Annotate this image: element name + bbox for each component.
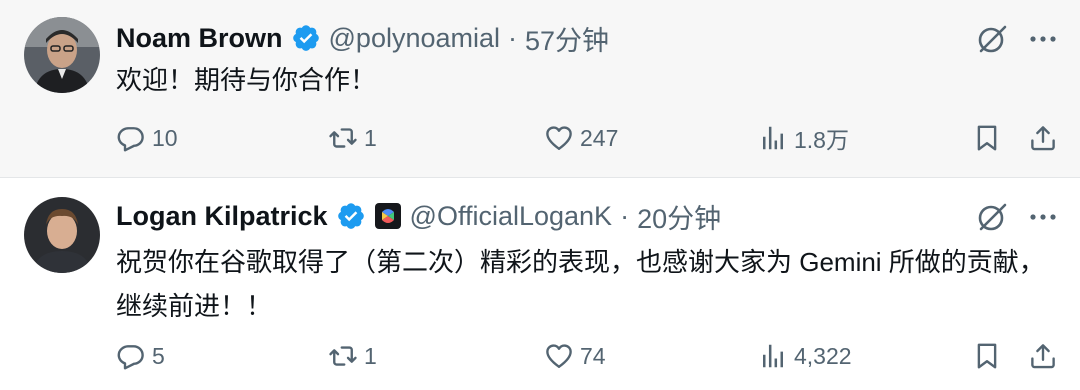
reply-count: 10	[152, 124, 178, 151]
like-count: 247	[580, 124, 619, 151]
heart-icon	[546, 344, 572, 368]
views-icon	[763, 344, 783, 368]
author-name[interactable]: Logan Kilpatrick	[116, 201, 328, 232]
reply-button[interactable]: 10	[116, 118, 178, 158]
reply-icon	[117, 345, 144, 370]
share-icon	[1031, 126, 1055, 151]
grok-icon[interactable]	[975, 22, 1009, 56]
grok-icon[interactable]	[975, 200, 1009, 234]
avatar[interactable]	[24, 17, 100, 93]
like-button[interactable]: 74	[544, 336, 606, 376]
tweet-text: 欢迎！期待与你合作！	[116, 65, 377, 95]
bookmark-icon	[977, 343, 997, 369]
heart-icon	[546, 126, 572, 150]
views-button[interactable]: 4,322	[758, 336, 852, 376]
tweet-actions: 10 1 247 1.8万	[0, 118, 1080, 158]
retweet-icon	[329, 346, 357, 366]
reply-button[interactable]: 5	[116, 336, 165, 376]
tweet-header: Noam Brown @polynoamial · 57分钟	[116, 18, 609, 58]
reply-count: 5	[152, 342, 165, 369]
verified-badge-icon	[291, 23, 321, 53]
retweet-icon	[329, 128, 357, 148]
share-icon	[1031, 344, 1055, 369]
tweet-header: Logan Kilpatrick @OfficialLoganK · 20分钟	[116, 196, 721, 236]
timestamp[interactable]: 57分钟	[525, 19, 609, 58]
reply-icon	[117, 127, 144, 152]
like-button[interactable]: 247	[544, 118, 618, 158]
bookmark-button[interactable]	[972, 118, 1002, 158]
separator: ·	[620, 200, 630, 231]
views-button[interactable]: 1.8万	[758, 118, 849, 158]
more-icon[interactable]	[1028, 200, 1058, 234]
retweet-button[interactable]: 1	[328, 336, 377, 376]
more-icon[interactable]	[1028, 22, 1058, 56]
bookmark-icon	[977, 125, 997, 151]
verified-badge-icon	[336, 201, 366, 231]
share-button[interactable]	[1028, 118, 1058, 158]
tweet[interactable]: Noam Brown @polynoamial · 57分钟 欢迎！期待与你合作…	[0, 0, 1080, 178]
author-name[interactable]: Noam Brown	[116, 23, 283, 54]
like-count: 74	[580, 342, 606, 369]
retweet-count: 1	[364, 124, 377, 151]
author-handle[interactable]: @polynoamial	[329, 23, 501, 54]
views-icon	[763, 126, 783, 150]
share-button[interactable]	[1028, 336, 1058, 376]
retweet-count: 1	[364, 342, 377, 369]
separator: ·	[508, 22, 518, 53]
author-handle[interactable]: @OfficialLoganK	[410, 201, 613, 232]
organization-badge-icon[interactable]	[374, 202, 402, 230]
view-count: 1.8万	[794, 127, 849, 153]
retweet-button[interactable]: 1	[328, 118, 377, 158]
avatar[interactable]	[24, 197, 100, 273]
tweet[interactable]: Logan Kilpatrick @OfficialLoganK · 20分钟	[0, 178, 1080, 390]
view-count: 4,322	[794, 342, 852, 369]
tweet-actions: 5 1 74 4,322	[0, 336, 1080, 376]
timestamp[interactable]: 20分钟	[637, 197, 721, 236]
bookmark-button[interactable]	[972, 336, 1002, 376]
tweet-text: 祝贺你在谷歌取得了（第二次）精彩的表现，也感谢大家为 Gemini 所做的贡献，…	[116, 247, 1045, 321]
